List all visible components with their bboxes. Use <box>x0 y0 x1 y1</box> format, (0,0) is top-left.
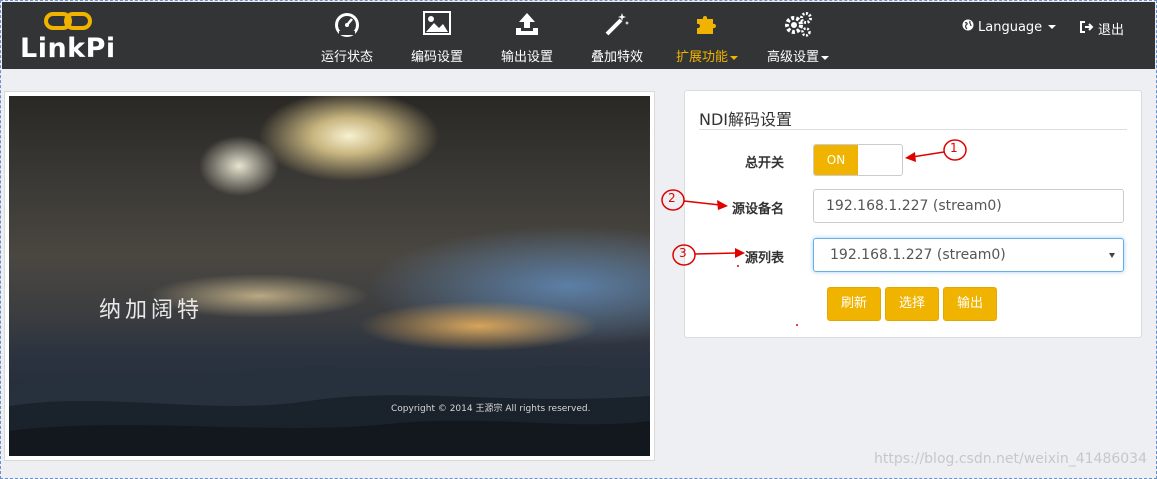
annotation-arrows <box>661 139 967 326</box>
annotation-number-1: 1 <box>950 141 958 155</box>
watermark-text: https://blog.csdn.net/weixin_41486034 <box>873 451 1147 467</box>
annotation-number-2: 2 <box>668 191 676 205</box>
annotation-number-3: 3 <box>679 246 687 260</box>
